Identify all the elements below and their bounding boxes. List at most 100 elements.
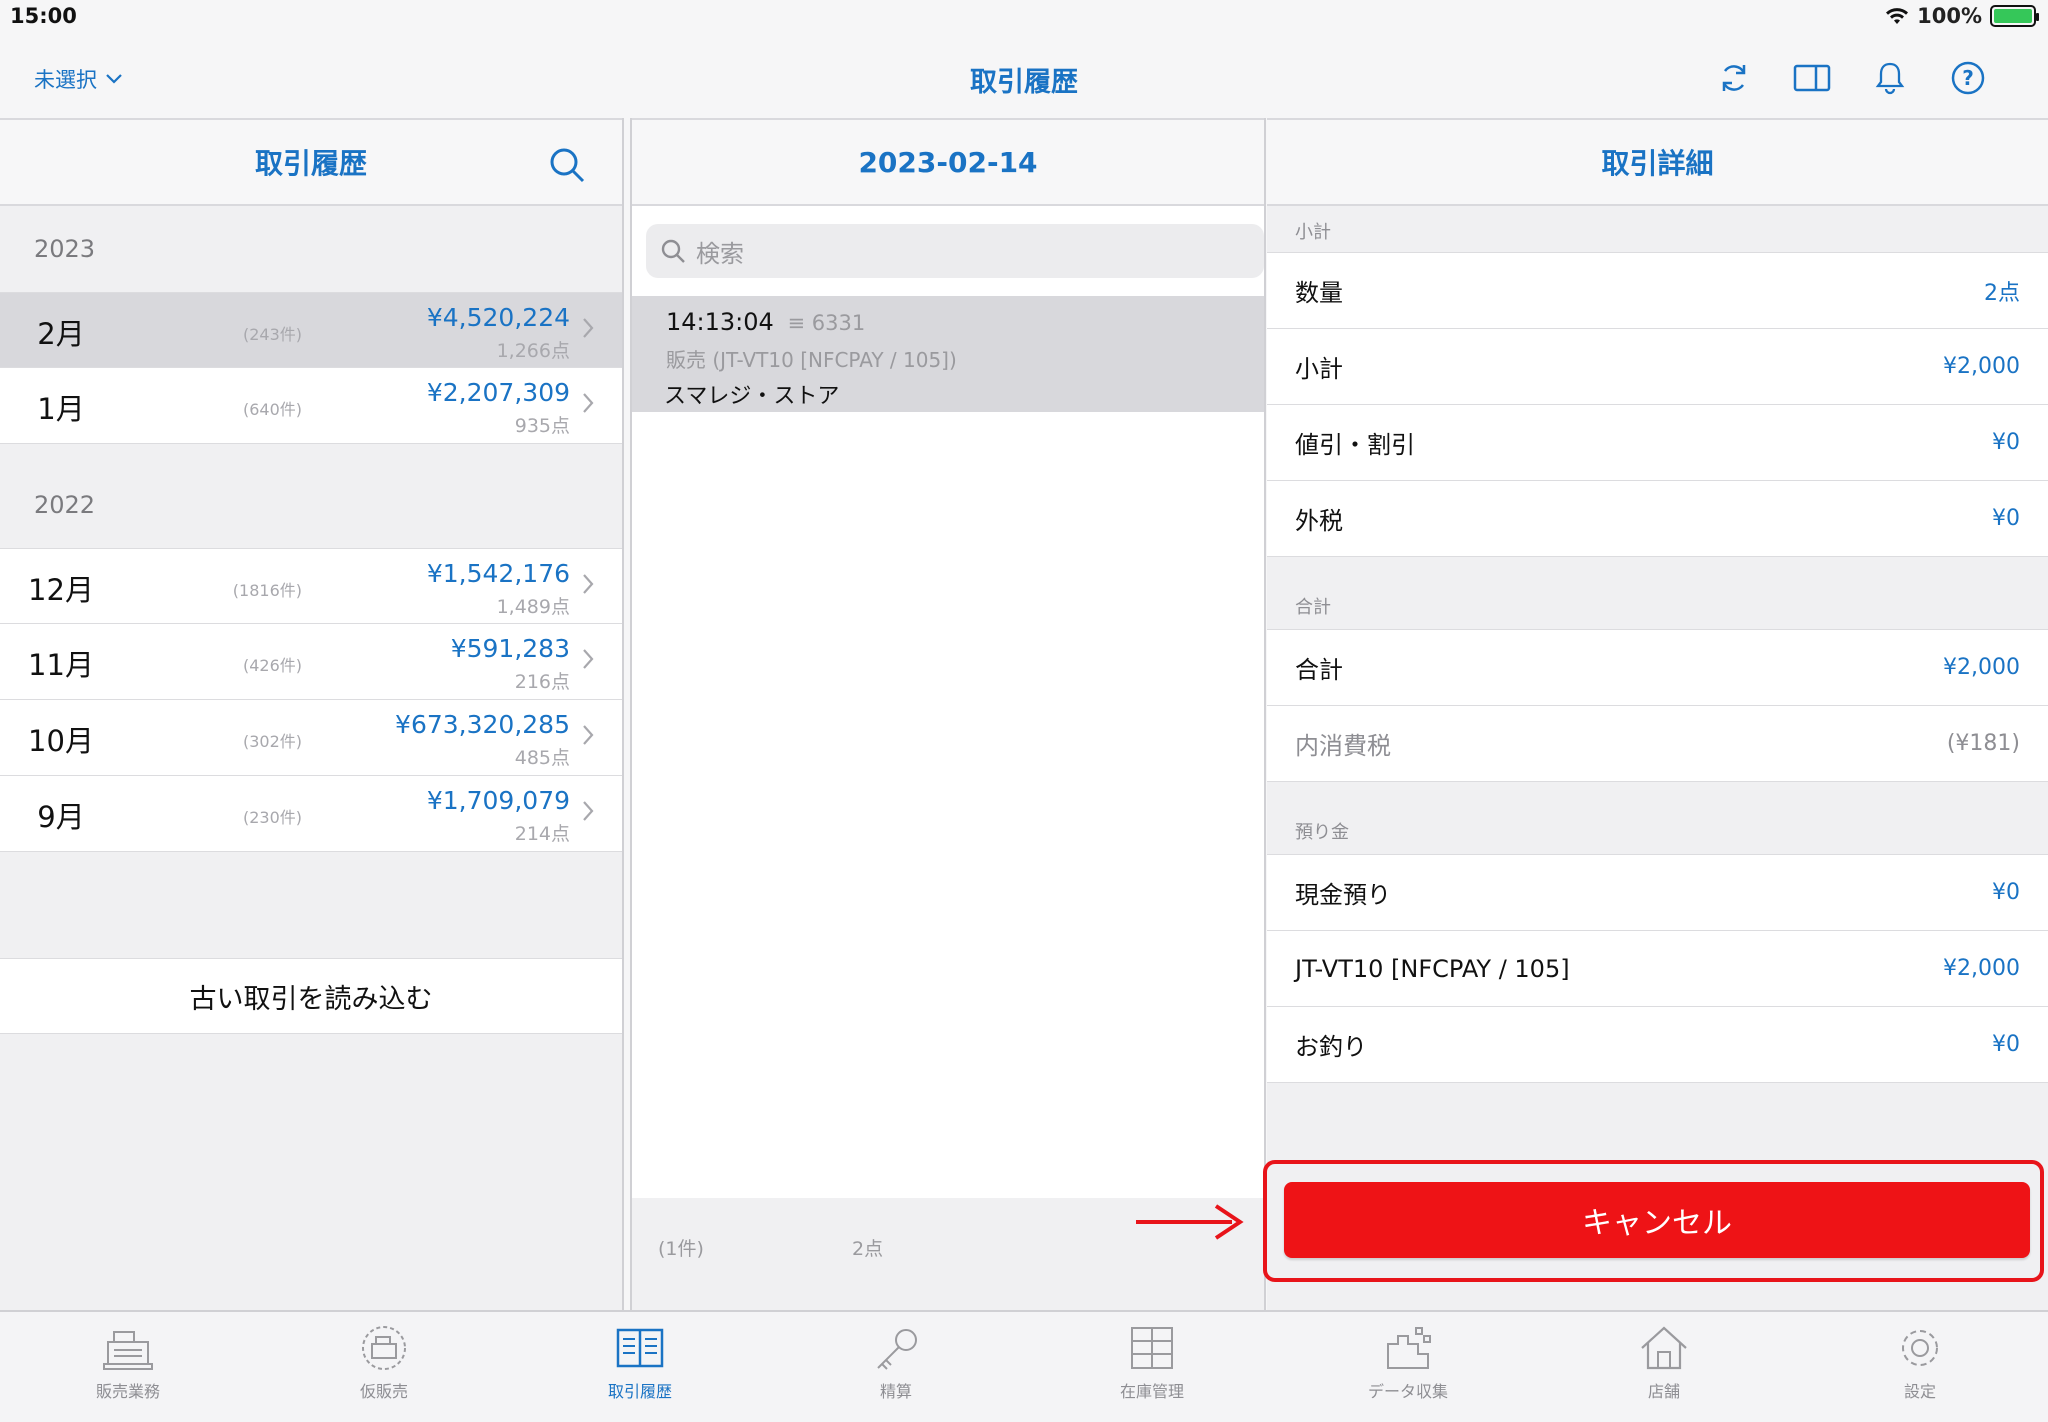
detail-row-inner-tax: 内消費税 (¥181) [1267,706,2048,782]
detail-label: 数量 [1295,279,1343,307]
tab-label: 取引履歴 [607,1382,672,1401]
help-button[interactable]: ? [1948,58,1988,98]
tab-store[interactable]: 店舗 [1536,1312,1792,1422]
month-amount: ¥673,320,285 [395,710,570,739]
tab-label: 在庫管理 [1119,1382,1184,1401]
month-row[interactable]: 9月 (230件) ¥1,709,079 214点 [0,776,622,852]
detail-value: ¥0 [1992,880,2020,905]
tab-settlement[interactable]: 精算 [768,1312,1024,1422]
history-panel: 取引履歴 2023 2月 (243件) ¥4,520,224 1,266点 1月… [0,118,624,1310]
chevron-right-icon [583,649,594,669]
search-field[interactable]: 検索 [646,224,1264,278]
nav-bar: 未選択 取引履歴 ? [0,40,2048,118]
tab-history[interactable]: 取引履歴 [512,1312,768,1422]
status-bar: 15:00 100% [0,0,2048,36]
transaction-time: 14:13:04 [666,308,774,336]
detail-label: 内消費税 [1295,732,1391,760]
detail-value: (¥181) [1946,731,2020,756]
search-icon [661,239,685,263]
store-home-icon [1641,1326,1687,1370]
tab-bar: 販売業務 仮販売 取引履歴 精算 在庫管理 データ収集 店舗 設定 [0,1310,2048,1422]
detail-row-cash: 現金預り ¥0 [1267,855,2048,931]
detail-label: JT-VT10 [NFCPAY / 105] [1295,954,1570,983]
store-selector[interactable]: 未選択 [34,64,123,94]
deposit-section-header: 預り金 [1295,822,1349,843]
day-panel: 2023-02-14 検索 14:13:04 ≡ 6331 販売 (JT-VT1… [630,118,1266,1310]
sidebar-toggle-icon [1793,64,1831,92]
month-label: 12月 [28,573,94,607]
detail-row-external-tax: 外税 ¥0 [1267,481,2048,557]
detail-row-total: 合計 ¥2,000 [1267,630,2048,706]
footer-count: (1件) [658,1238,704,1260]
split-view-button[interactable] [1792,58,1832,98]
footer-points: 2点 [852,1238,884,1260]
cancel-button[interactable]: キャンセル [1284,1182,2030,1258]
detail-row-discount: 値引・割引 ¥0 [1267,405,2048,481]
history-panel-header: 取引履歴 [0,118,622,206]
detail-label: 小計 [1295,355,1343,383]
month-amount: ¥1,709,079 [426,786,570,815]
transaction-type: 販売 (JT-VT10 [NFCPAY / 105]) [666,348,957,372]
month-points: 216点 [514,671,570,693]
tab-settings[interactable]: 設定 [1792,1312,2048,1422]
month-row[interactable]: 10月 (302件) ¥673,320,285 485点 [0,700,622,776]
transaction-number: 6331 [811,311,866,335]
month-label: 11月 [28,648,94,682]
month-count: (302件) [242,732,302,751]
month-points: 935点 [514,415,570,437]
key-icon [877,1329,917,1370]
detail-label: 現金預り [1295,881,1391,909]
bell-icon [1875,62,1905,95]
tab-label: データ収集 [1367,1382,1448,1401]
help-icon: ? [1951,61,1985,95]
month-row[interactable]: 11月 (426件) ¥591,283 216点 [0,624,622,700]
month-label: 9月 [37,800,85,834]
chevron-down-icon [106,74,122,84]
search-icon[interactable] [548,146,586,184]
transaction-store: スマレジ・ストア [664,384,840,409]
month-row[interactable]: 12月 (1816件) ¥1,542,176 1,489点 [0,548,622,624]
gear-icon [1902,1330,1938,1366]
battery-icon [1990,5,2039,27]
detail-value: ¥2,000 [1943,354,2020,379]
month-amount: ¥2,207,309 [426,378,570,407]
notifications-button[interactable] [1870,58,1910,98]
detail-row-quantity: 数量 2点 [1267,253,2048,329]
tab-sales[interactable]: 販売業務 [0,1312,256,1422]
subtotal-section-header: 小計 [1295,222,1331,243]
data-collect-icon [1387,1327,1431,1369]
detail-row-change: お釣り ¥0 [1267,1007,2048,1083]
detail-panel: 取引詳細 小計 数量 2点 小計 ¥2,000 値引・割引 ¥0 外税 ¥0 合… [1267,118,2048,1310]
tab-inventory[interactable]: 在庫管理 [1024,1312,1280,1422]
detail-value: ¥0 [1992,1032,2020,1057]
register-icon [103,1331,153,1370]
detail-label: 値引・割引 [1295,431,1415,459]
month-count: (640件) [242,400,302,419]
detail-panel-header: 取引詳細 [1267,118,2048,206]
tab-label: 店舗 [1647,1382,1680,1401]
refresh-button[interactable] [1714,58,1754,98]
month-count: (426件) [242,656,302,675]
month-row[interactable]: 1月 (640件) ¥2,207,309 935点 [0,368,622,444]
transaction-row[interactable]: 14:13:04 ≡ 6331 販売 (JT-VT10 [NFCPAY / 10… [632,296,1264,412]
month-row[interactable]: 2月 (243件) ¥4,520,224 1,266点 [0,292,622,368]
temp-register-icon [362,1326,406,1370]
detail-row-card: JT-VT10 [NFCPAY / 105] ¥2,000 [1267,931,2048,1007]
tab-temp-sales[interactable]: 仮販売 [256,1312,512,1422]
detail-label: お釣り [1295,1033,1367,1061]
detail-row-subtotal: 小計 ¥2,000 [1267,329,2048,405]
tab-label: 設定 [1903,1382,1936,1401]
month-points: 1,266点 [496,340,570,362]
month-amount: ¥1,542,176 [426,559,570,588]
month-points: 1,489点 [496,596,570,618]
tab-data-collect[interactable]: データ収集 [1280,1312,1536,1422]
history-book-icon [616,1328,664,1368]
chevron-right-icon [583,318,594,338]
detail-value: ¥0 [1992,430,2020,455]
month-count: (243件) [242,325,302,344]
load-older-button[interactable]: 古い取引を読み込む [0,958,622,1034]
list-icon: ≡ [787,311,806,335]
chevron-right-icon [583,725,594,745]
annotation-arrow-icon [1136,1204,1244,1240]
detail-value: ¥2,000 [1943,956,2020,981]
